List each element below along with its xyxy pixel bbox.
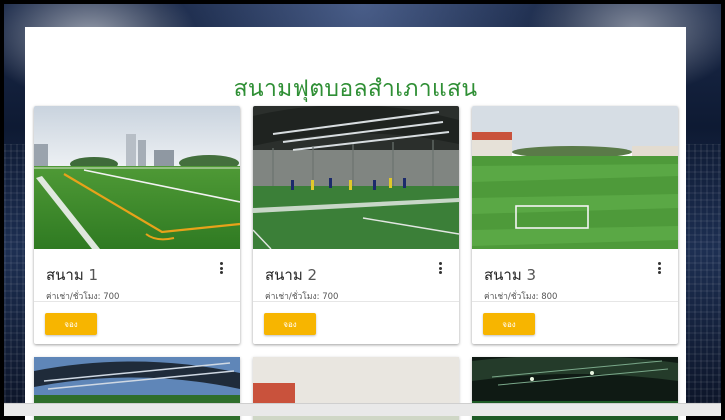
- field-info-3: สนาม 3 ค่าเช่า/ชั่วโมง: 800: [472, 249, 678, 301]
- field-title-3: สนาม 3: [484, 263, 536, 287]
- book-button-1[interactable]: จอง: [45, 313, 97, 335]
- card-actions-1: จอง: [34, 301, 240, 344]
- field-info-1: สนาม 1 ค่าเช่า/ชั่วโมง: 700: [34, 249, 240, 301]
- card-actions-3: จอง: [472, 301, 678, 344]
- field-photo-3[interactable]: [472, 106, 678, 249]
- field-name: สนาม: [265, 266, 303, 284]
- field-number: 3: [526, 266, 537, 284]
- horizontal-scrollbar[interactable]: [4, 403, 721, 416]
- field-price: ค่าเช่า/ชั่วโมง: 700: [46, 292, 120, 301]
- field-card-3: สนาม 3 ค่าเช่า/ชั่วโมง: 800 จอง: [472, 106, 678, 344]
- field-name: สนาม: [46, 266, 84, 284]
- field-price: ค่าเช่า/ชั่วโมง: 700: [265, 292, 339, 301]
- main-panel: สนามฟุตบอลสำเภาแสน สนาม 1 ค่าเช่า/ชั่วโม…: [25, 27, 686, 420]
- book-button-3[interactable]: จอง: [483, 313, 535, 335]
- field-number: 2: [307, 266, 318, 284]
- field-photo-2[interactable]: [253, 106, 459, 249]
- field-card-2: สนาม 2 ค่าเช่า/ชั่วโมง: 700 จอง: [253, 106, 459, 344]
- more-vert-icon[interactable]: [654, 261, 664, 275]
- more-vert-icon[interactable]: [216, 261, 226, 275]
- more-vert-icon[interactable]: [435, 261, 445, 275]
- field-photo-1[interactable]: [34, 106, 240, 249]
- field-price: ค่าเช่า/ชั่วโมง: 800: [484, 292, 558, 301]
- card-actions-2: จอง: [253, 301, 459, 344]
- field-title-2: สนาม 2: [265, 263, 317, 287]
- book-button-2[interactable]: จอง: [264, 313, 316, 335]
- field-info-2: สนาม 2 ค่าเช่า/ชั่วโมง: 700: [253, 249, 459, 301]
- field-number: 1: [88, 266, 99, 284]
- page-title: สนามฟุตบอลสำเภาแสน: [233, 76, 478, 102]
- field-title-1: สนาม 1: [46, 263, 98, 287]
- field-card-1: สนาม 1 ค่าเช่า/ชั่วโมง: 700 จอง: [34, 106, 240, 344]
- field-name: สนาม: [484, 266, 522, 284]
